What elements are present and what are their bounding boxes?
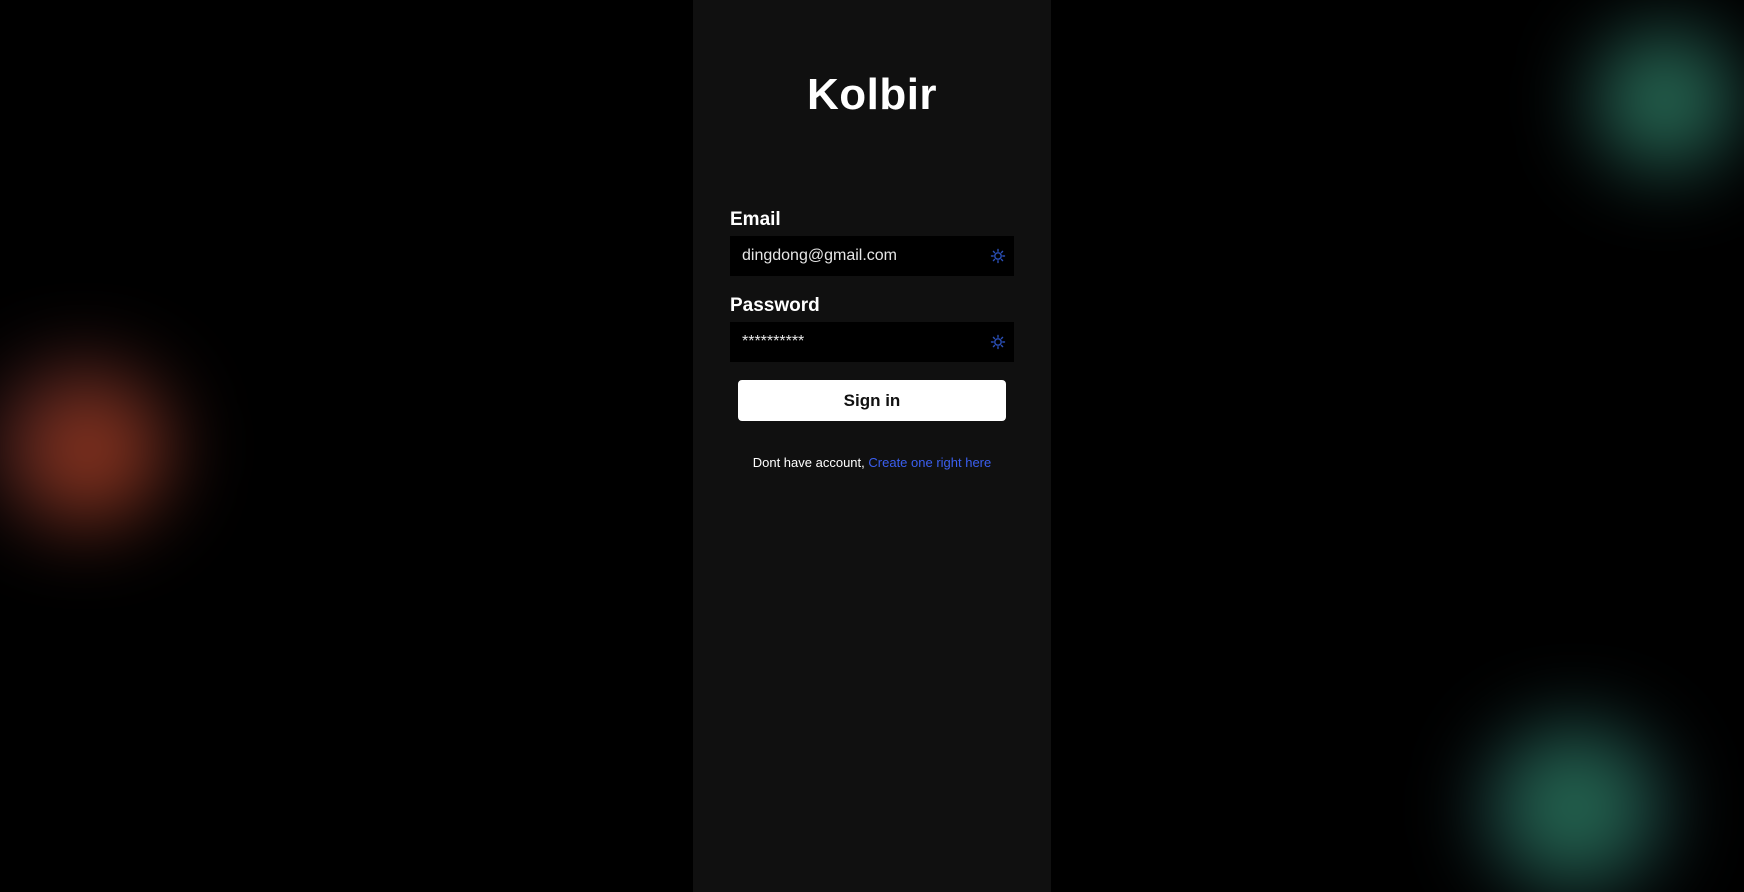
- sign-in-button[interactable]: Sign in: [738, 380, 1006, 421]
- email-label: Email: [730, 209, 781, 230]
- login-panel: Kolbir Email dingdong@gmail.com Password…: [693, 0, 1051, 892]
- autofill-key-icon[interactable]: [990, 334, 1006, 350]
- create-account-link[interactable]: Create one right here: [868, 455, 991, 470]
- email-field-wrapper: [730, 236, 1014, 276]
- email-field[interactable]: [730, 236, 1014, 276]
- password-label: Password: [730, 295, 820, 316]
- autofill-key-icon[interactable]: [990, 248, 1006, 264]
- page-background: Kolbir Email dingdong@gmail.com Password…: [0, 0, 1744, 892]
- signup-prompt: Dont have account, Create one right here: [730, 455, 1014, 470]
- signup-prompt-text: Dont have account,: [752, 455, 865, 470]
- decorative-blur-green-top: [1585, 25, 1744, 175]
- login-form: Email Password: [730, 208, 1014, 470]
- brand-title: Kolbir: [806, 70, 938, 119]
- decorative-blur-green-bottom: [1480, 720, 1670, 892]
- decorative-blur-red: [0, 360, 175, 530]
- password-field-wrapper: [730, 322, 1014, 362]
- password-field[interactable]: [730, 322, 1014, 362]
